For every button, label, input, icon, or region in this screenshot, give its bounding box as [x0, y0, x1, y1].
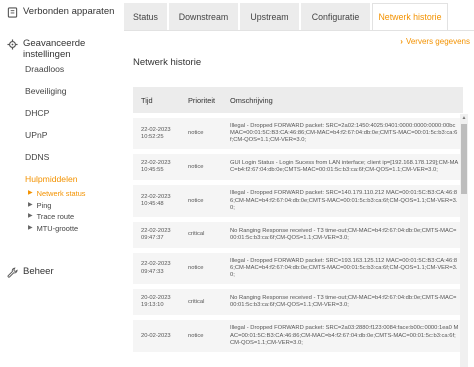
cell-description: GUI Login Status - Login Sucess from LAN… [230, 160, 459, 174]
sidebar-item-upnp[interactable]: UPnP [0, 124, 122, 146]
cell-description: Illegal - Dropped FORWARD packet: SRC=14… [230, 190, 458, 211]
cell-time: 10:45:55 [141, 167, 164, 174]
cell-date: 22-02-2023 [141, 126, 171, 133]
sidebar-subitem-ping[interactable]: ▶ Ping [0, 200, 122, 212]
page-title: Netwerk historie [133, 57, 202, 68]
cell-tijd: 22-02-2023 10:52:25 [133, 121, 181, 147]
cell-time: 09:47:33 [141, 268, 164, 275]
cell-priority: critical [188, 231, 205, 238]
header-tijd: Tijd [141, 95, 153, 105]
sidebar-subitem-label: Ping [36, 200, 52, 210]
cell-time: 09:47:37 [141, 234, 164, 241]
header-omschrijving: Omschrijving [230, 95, 273, 105]
cell-date: 22-02-2023 [141, 261, 171, 268]
cell-description: Illegal - Dropped FORWARD packet: SRC=2a… [230, 325, 459, 346]
gear-icon [7, 39, 18, 50]
cell-time: 10:52:25 [141, 133, 164, 140]
scroll-up-icon[interactable]: ▲ [460, 114, 468, 123]
sidebar-item-ddns[interactable]: DDNS [0, 146, 122, 168]
tab-status[interactable]: Status [124, 3, 167, 30]
cell-description: Illegal - Dropped FORWARD packet: SRC=2a… [230, 123, 458, 144]
sidebar-subitem-network-status[interactable]: ▶ Netwerk status [0, 188, 122, 200]
cell-date: 22-02-2023 [141, 227, 171, 234]
cell-tijd: 22-02-2023 09:47:33 [133, 255, 181, 281]
table-row: 22-02-2023 10:52:25 notice Illegal - Droppe… [133, 118, 463, 150]
cell-description: No Ranging Response received - T3 time-o… [230, 227, 457, 241]
sidebar-item-beveiliging[interactable]: Beveiliging [0, 80, 122, 102]
cell-description: Illegal - Dropped FORWARD packet: SRC=19… [230, 257, 458, 279]
table-header: Tijd Prioriteit Omschrijving [133, 87, 463, 113]
sidebar-subitem-label: MTU-grootte [36, 223, 79, 233]
sidebar-item-label: Verbonden apparaten [23, 6, 115, 17]
cell-tijd: 22-02-2023 10:45:55 [133, 154, 181, 180]
cell-tijd: 20-02-2023 19:13:10 [133, 289, 181, 315]
triangle-right-icon: ▶ [28, 213, 33, 219]
cell-time: 10:45:48 [141, 201, 164, 208]
scroll-thumb[interactable] [461, 124, 467, 194]
sidebar-item-label: Geavanceerde [23, 38, 86, 49]
triangle-right-icon: ▶ [28, 201, 33, 208]
triangle-right-icon: ▶ [28, 190, 33, 196]
sidebar-item-hulpmiddelen[interactable]: Hulpmiddelen [0, 168, 122, 190]
tab-upstream[interactable]: Upstream [240, 3, 299, 30]
header-prioriteit: Prioriteit [188, 95, 216, 105]
table-row: 22-02-2023 09:47:37 critical No Ranging Res… [133, 221, 463, 248]
sidebar-item-connected-devices[interactable]: Verbonden apparaten [0, 6, 114, 18]
chevron-right-icon: › [400, 37, 403, 46]
sidebar: Verbonden apparaten Geavanceerde instell… [0, 0, 122, 367]
scrollbar[interactable]: ▲ [460, 114, 468, 367]
wrench-icon [7, 267, 18, 278]
sidebar-item-label: Beheer [23, 266, 54, 277]
refresh-label: Ververs gegevens [405, 37, 470, 46]
sidebar-item-manage[interactable]: Beheer [0, 266, 54, 278]
cell-date: 22-02-2023 [141, 160, 171, 167]
sidebar-item-draadloos[interactable]: Draadloos [0, 58, 122, 80]
sidebar-subitem-mtu[interactable]: ▶ MTU-grootte [0, 223, 122, 235]
table-body: 22-02-2023 10:52:25 notice Illegal - Droppe… [133, 118, 463, 352]
cell-time: 19:13:10 [141, 302, 164, 309]
cell-priority: notice [188, 265, 204, 272]
tab-downstream[interactable]: Downstream [169, 3, 238, 30]
sidebar-subitem-label: Trace route [36, 212, 75, 221]
history-table: Tijd Prioriteit Omschrijving 22-02-2023 1… [133, 87, 463, 352]
cell-priority: critical [188, 298, 205, 305]
cell-priority: notice [188, 130, 204, 137]
cell-tijd: 22-02-2023 09:47:37 [133, 222, 181, 248]
sidebar-item-advanced[interactable]: Geavanceerde instellingen [0, 38, 85, 60]
table-row: 22-02-2023 10:45:55 notice GUI Login Status… [133, 154, 463, 181]
cell-priority: notice [188, 197, 204, 204]
cell-date: 20-02-2023 [141, 295, 171, 302]
cell-date: 22-02-2023 [141, 194, 171, 201]
tab-configuratie[interactable]: Configuratie [301, 3, 370, 30]
tab-bar: Status Downstream Upstream Configuratie … [124, 3, 448, 30]
refresh-link[interactable]: › Ververs gegevens [400, 37, 470, 46]
cell-priority: notice [188, 332, 204, 339]
cell-date: 20-02-2023 [141, 332, 171, 339]
table-row: 22-02-2023 10:45:48 notice Illegal - Droppe… [133, 185, 463, 217]
table-row: 20-02-2023 notice Illegal - Dropped FORWAR… [133, 320, 463, 352]
triangle-right-icon: ▶ [28, 224, 33, 231]
sidebar-subitem-trace-route[interactable]: ▶ Trace route [0, 211, 122, 223]
cell-tijd: 22-02-2023 10:45:48 [133, 188, 181, 214]
cell-priority: notice [188, 163, 204, 170]
cell-tijd: 20-02-2023 [133, 327, 181, 346]
devices-icon [7, 7, 18, 18]
table-row: 22-02-2023 09:47:33 notice Illegal - Droppe… [133, 252, 463, 285]
tab-netwerk-historie[interactable]: Netwerk historie [372, 3, 448, 30]
sidebar-subitem-label: Netwerk status [36, 189, 86, 198]
cell-description: No Ranging Response received - T3 time-o… [230, 295, 457, 309]
sidebar-item-dhcp[interactable]: DHCP [0, 102, 122, 124]
table-row: 20-02-2023 19:13:10 critical No Ranging Res… [133, 289, 463, 316]
main-content: › Ververs gegevens Netwerk historie Tijd … [124, 30, 474, 367]
